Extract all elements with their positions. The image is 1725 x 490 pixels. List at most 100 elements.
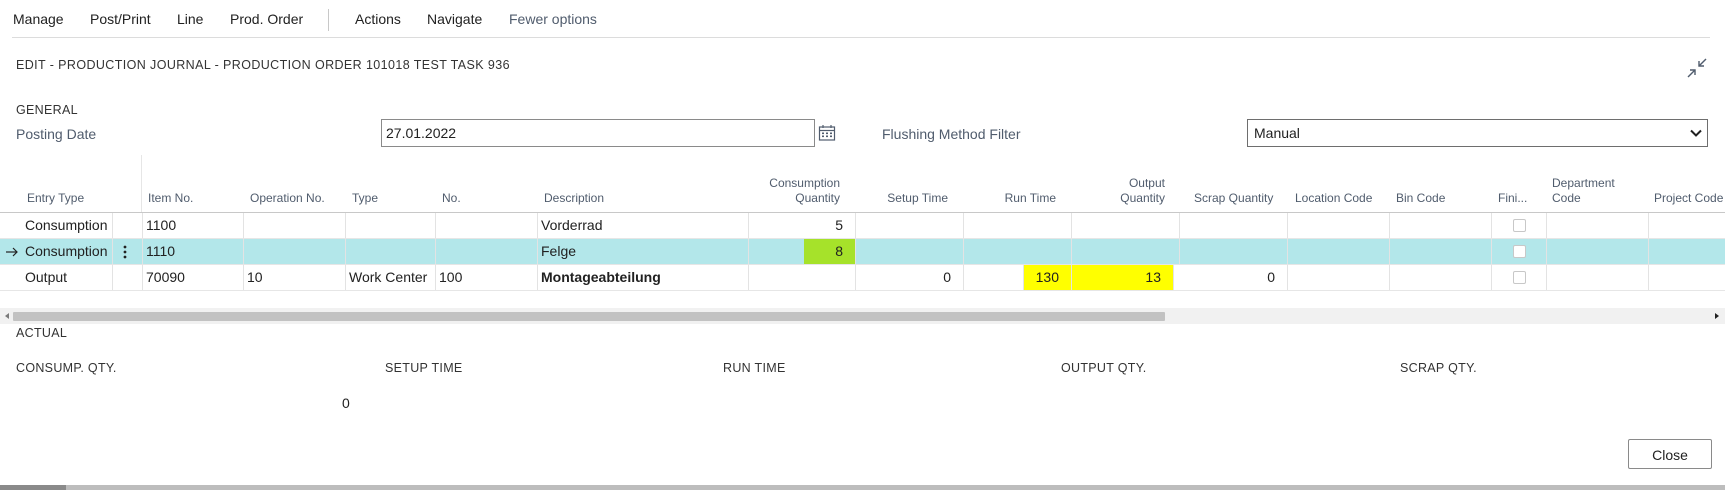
cell-scrap-quantity[interactable]: 0 bbox=[1180, 265, 1288, 290]
cell-description[interactable]: Vorderrad bbox=[538, 213, 749, 238]
header-project-code[interactable]: Project Code bbox=[1654, 191, 1723, 206]
cell-department-code[interactable] bbox=[1547, 239, 1649, 264]
action-line[interactable]: Line bbox=[177, 11, 203, 27]
cell-entry-type[interactable]: Consumption bbox=[22, 239, 113, 264]
cell-consumption-quantity[interactable]: 5 bbox=[749, 213, 856, 238]
cell-location-code[interactable] bbox=[1288, 265, 1390, 290]
cell-scrap-quantity[interactable] bbox=[1180, 213, 1288, 238]
cell-consumption-quantity[interactable]: 8 bbox=[804, 239, 856, 264]
cell-description[interactable]: Montageabteilung bbox=[538, 265, 749, 290]
action-post-print[interactable]: Post/Print bbox=[90, 11, 151, 27]
general-caption: GENERAL bbox=[16, 103, 78, 117]
cell-finished bbox=[1492, 265, 1547, 290]
scrollbar-thumb[interactable] bbox=[13, 312, 1165, 321]
cell-no[interactable]: 100 bbox=[436, 265, 538, 290]
action-bar: Manage Post/Print Line Prod. Order Actio… bbox=[0, 0, 1725, 38]
horizontal-scrollbar[interactable] bbox=[0, 308, 1725, 324]
table-row[interactable]: Consumption 1110 Felge 8 bbox=[0, 239, 1725, 265]
posting-date-label: Posting Date bbox=[16, 126, 97, 142]
action-bar-divider bbox=[12, 37, 1710, 38]
cell-item-no[interactable]: 1100 bbox=[143, 213, 244, 238]
cell-output-quantity[interactable] bbox=[1072, 213, 1180, 238]
header-setup-time[interactable]: Setup Time bbox=[860, 191, 948, 206]
cell-type[interactable]: Work Center bbox=[346, 265, 436, 290]
header-item-no[interactable]: Item No. bbox=[148, 191, 193, 206]
header-description[interactable]: Description bbox=[544, 191, 604, 206]
table-row[interactable]: Consumption 1100 Vorderrad 5 bbox=[0, 213, 1725, 239]
cell-project-code[interactable] bbox=[1649, 239, 1725, 264]
action-navigate[interactable]: Navigate bbox=[427, 11, 482, 27]
action-actions[interactable]: Actions bbox=[355, 11, 401, 27]
cell-run-time[interactable] bbox=[964, 239, 1072, 264]
header-department-code[interactable]: Department Code bbox=[1552, 176, 1615, 206]
cell-run-time[interactable] bbox=[964, 213, 1072, 238]
scroll-left-icon[interactable] bbox=[3, 312, 11, 320]
row-menu-icon[interactable] bbox=[122, 244, 128, 260]
cell-setup-time[interactable]: 0 bbox=[856, 265, 964, 290]
chevron-down-icon bbox=[1690, 129, 1702, 137]
cell-no[interactable] bbox=[436, 239, 538, 264]
cell-entry-type[interactable]: Output bbox=[22, 265, 113, 290]
cell-entry-type[interactable]: Consumption bbox=[22, 213, 113, 238]
header-no[interactable]: No. bbox=[442, 191, 461, 206]
header-type[interactable]: Type bbox=[352, 191, 378, 206]
action-prod-order[interactable]: Prod. Order bbox=[230, 11, 303, 27]
cell-operation-no[interactable] bbox=[244, 239, 346, 264]
cell-output-quantity[interactable]: 13 bbox=[1072, 265, 1174, 290]
cell-consumption-quantity[interactable] bbox=[749, 265, 856, 290]
consump-qty-value: 0 bbox=[342, 395, 350, 411]
cell-finished bbox=[1492, 213, 1547, 238]
finished-checkbox[interactable] bbox=[1513, 271, 1526, 284]
header-entry-type[interactable]: Entry Type bbox=[27, 191, 84, 206]
cell-department-code[interactable] bbox=[1547, 213, 1649, 238]
collapse-icon[interactable] bbox=[1686, 57, 1708, 79]
header-consumption-quantity[interactable]: Consumption Quantity bbox=[740, 176, 840, 206]
run-time-label: RUN TIME bbox=[723, 361, 786, 375]
close-button[interactable]: Close bbox=[1628, 439, 1712, 469]
header-bin-code[interactable]: Bin Code bbox=[1396, 191, 1445, 206]
scrap-qty-label: SCRAP QTY. bbox=[1400, 361, 1477, 375]
posting-date-input[interactable]: 27.01.2022 bbox=[381, 119, 815, 147]
cell-location-code[interactable] bbox=[1288, 213, 1390, 238]
bottom-strip-segment bbox=[0, 485, 66, 490]
cell-setup-time[interactable] bbox=[856, 213, 964, 238]
cell-project-code[interactable] bbox=[1649, 265, 1725, 290]
finished-checkbox[interactable] bbox=[1513, 219, 1526, 232]
flushing-method-select[interactable]: Manual bbox=[1247, 119, 1708, 147]
grid-header: Entry Type Item No. Operation No. Type N… bbox=[0, 155, 1725, 213]
calendar-icon[interactable] bbox=[818, 124, 836, 142]
cell-menu bbox=[113, 265, 143, 290]
cell-type[interactable] bbox=[346, 239, 436, 264]
cell-operation-no[interactable]: 10 bbox=[244, 265, 346, 290]
cell-output-quantity[interactable] bbox=[1072, 239, 1180, 264]
cell-location-code[interactable] bbox=[1288, 239, 1390, 264]
finished-checkbox[interactable] bbox=[1513, 245, 1526, 258]
cell-bin-code[interactable] bbox=[1390, 213, 1492, 238]
scroll-right-icon[interactable] bbox=[1713, 312, 1721, 320]
header-location-code[interactable]: Location Code bbox=[1295, 191, 1372, 206]
cell-no[interactable] bbox=[436, 213, 538, 238]
header-consumption-quantity-line2: Quantity bbox=[795, 191, 840, 205]
action-fewer-options[interactable]: Fewer options bbox=[509, 11, 597, 27]
cell-operation-no[interactable] bbox=[244, 213, 346, 238]
header-output-quantity[interactable]: Output Quantity bbox=[1070, 176, 1165, 206]
header-finished[interactable]: Fini... bbox=[1498, 191, 1527, 206]
action-manage[interactable]: Manage bbox=[13, 11, 64, 27]
cell-run-time[interactable]: 130 bbox=[1024, 265, 1072, 290]
cell-scrap-quantity[interactable] bbox=[1180, 239, 1288, 264]
cell-bin-code[interactable] bbox=[1390, 239, 1492, 264]
cell-menu bbox=[113, 213, 143, 238]
cell-bin-code[interactable] bbox=[1390, 265, 1492, 290]
cell-type[interactable] bbox=[346, 213, 436, 238]
cell-department-code[interactable] bbox=[1547, 265, 1649, 290]
table-row[interactable]: Output 70090 10 Work Center 100 Montagea… bbox=[0, 265, 1725, 291]
header-scrap-quantity[interactable]: Scrap Quantity bbox=[1194, 191, 1273, 206]
cell-setup-time[interactable] bbox=[856, 239, 964, 264]
header-run-time[interactable]: Run Time bbox=[960, 191, 1056, 206]
cell-description[interactable]: Felge bbox=[538, 239, 749, 264]
cell-item-no[interactable]: 1110 bbox=[143, 239, 244, 264]
cell-menu bbox=[113, 239, 143, 264]
cell-item-no[interactable]: 70090 bbox=[143, 265, 244, 290]
cell-project-code[interactable] bbox=[1649, 213, 1725, 238]
header-operation-no[interactable]: Operation No. bbox=[250, 191, 325, 206]
